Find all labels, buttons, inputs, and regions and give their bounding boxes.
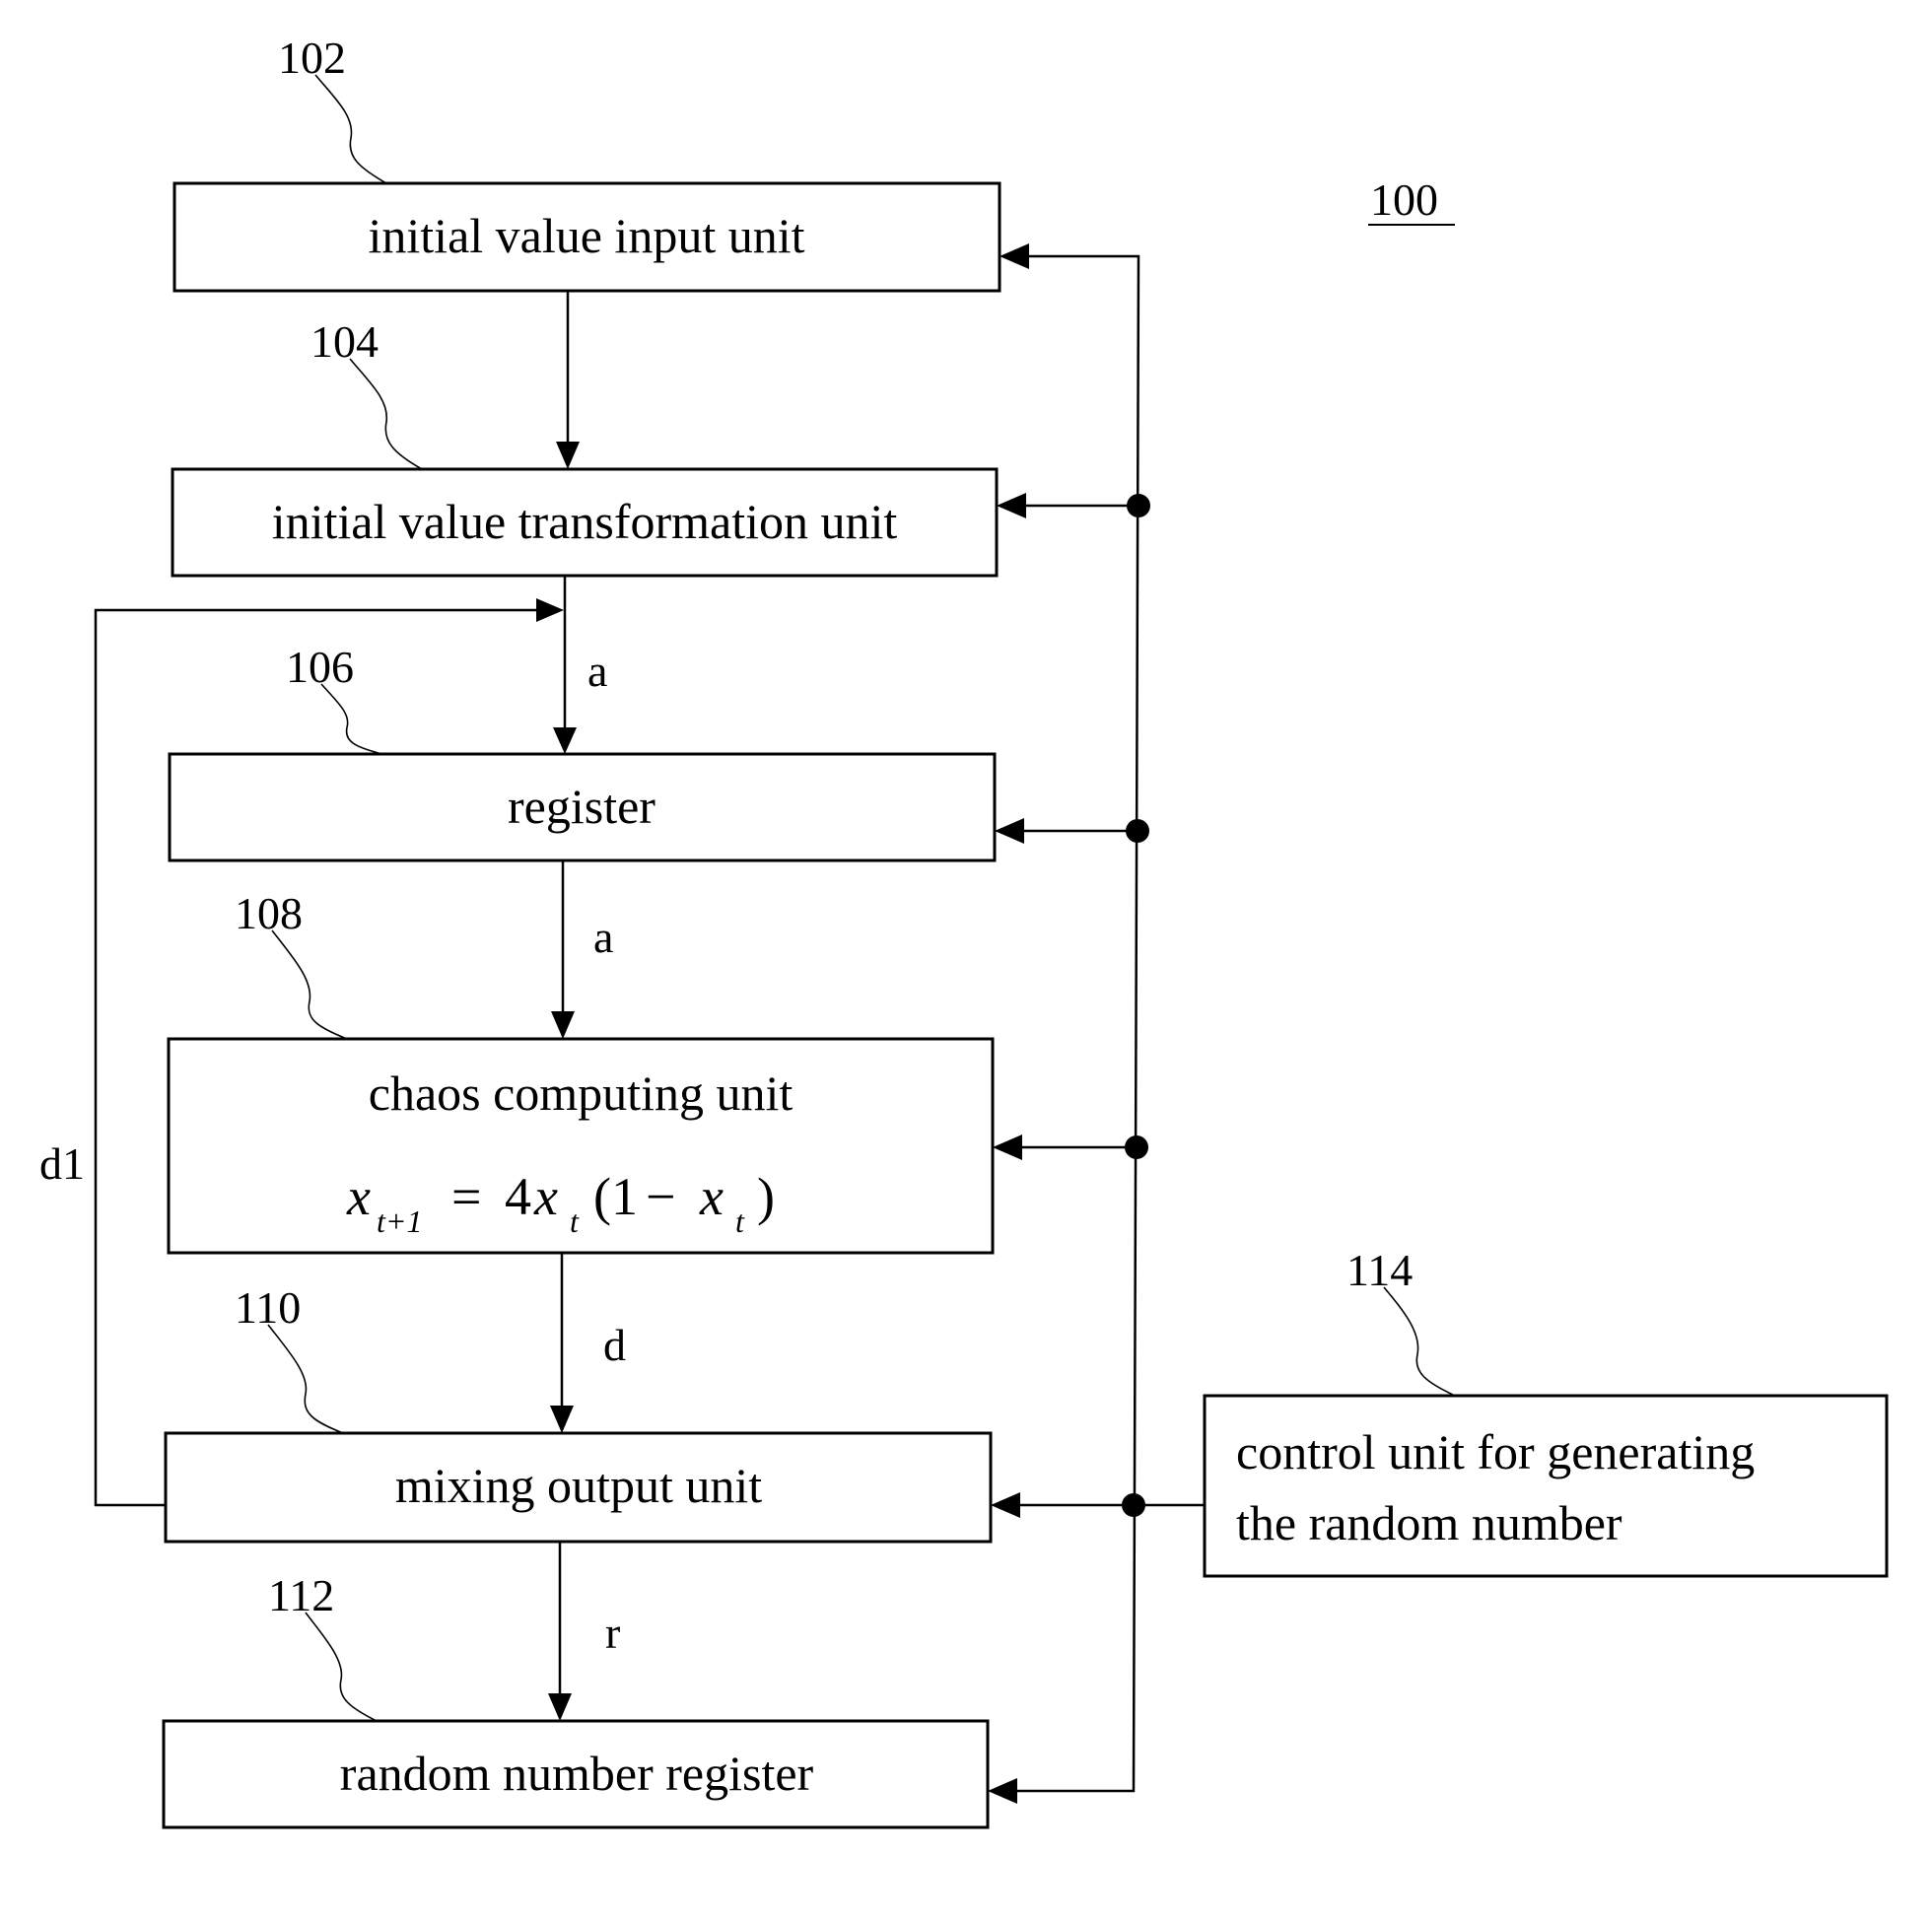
block-label: initial value input unit — [369, 208, 805, 263]
signal-label-d1: d1 — [39, 1138, 85, 1189]
formula-equals: = — [451, 1167, 481, 1226]
signal-label-a-1: a — [587, 646, 607, 696]
leader-line-114 — [1383, 1286, 1456, 1397]
arrowhead-down-icon — [548, 1693, 572, 1721]
signal-label-r: r — [605, 1608, 620, 1658]
formula-lhs-var: x — [346, 1167, 371, 1226]
block-label: mixing output unit — [395, 1458, 762, 1513]
leader-line-102 — [314, 74, 387, 184]
block-label-line1: control unit for generating — [1236, 1424, 1755, 1479]
block-random-number-register: random number register — [162, 1719, 990, 1829]
formula-minus: − — [646, 1167, 675, 1226]
formula-var2: x — [699, 1167, 724, 1226]
junction-dot-icon — [1126, 819, 1149, 843]
arrowhead-down-icon — [556, 442, 580, 469]
arrowhead-left-icon — [993, 1134, 1022, 1160]
arrowhead-right-icon — [536, 598, 564, 622]
arrowhead-down-icon — [550, 1406, 574, 1433]
block-initial-value-transformation-unit: initial value transformation unit — [171, 467, 999, 578]
block-chaos-computing-unit: chaos computing unit x t+1 = 4 x t (1 − … — [167, 1037, 995, 1255]
leader-line-104 — [349, 358, 423, 470]
ref-number-114: 114 — [1346, 1245, 1413, 1295]
junction-dot-icon — [1127, 494, 1150, 517]
arrowhead-left-icon — [1000, 243, 1029, 269]
block-control-unit: control unit for generating the random n… — [1203, 1394, 1889, 1578]
arrowhead-left-icon — [988, 1778, 1017, 1804]
ref-number-104: 104 — [310, 316, 379, 367]
block-label: chaos computing unit — [369, 1065, 794, 1121]
formula-var1: x — [533, 1167, 558, 1226]
block-label: register — [508, 779, 656, 834]
ref-number-102: 102 — [278, 33, 346, 83]
formula-paren-close: ) — [757, 1167, 775, 1226]
control-bus — [1017, 254, 1140, 1793]
formula-paren-open: (1 — [593, 1167, 638, 1226]
leader-line-112 — [305, 1612, 378, 1722]
block-label: random number register — [340, 1746, 814, 1801]
ref-number-108: 108 — [235, 888, 303, 938]
leader-line-106 — [320, 683, 383, 755]
block-register: register — [168, 752, 997, 862]
junction-dot-icon — [1122, 1493, 1145, 1517]
figure-reference-number: 100 — [1370, 174, 1438, 225]
block-initial-value-input-unit: initial value input unit — [172, 181, 1001, 293]
formula-coef: 4 — [505, 1167, 531, 1226]
signal-label-a-2: a — [593, 912, 613, 962]
formula-sub2: t — [735, 1203, 745, 1239]
arrowhead-left-icon — [991, 1492, 1020, 1518]
arrowhead-down-icon — [551, 1011, 575, 1039]
arrowhead-left-icon — [995, 818, 1024, 844]
random-number-generator-diagram: 100 initial value input unit 102 initial… — [39, 33, 1889, 1829]
block-label: initial value transformation unit — [272, 494, 898, 549]
arrowhead-left-icon — [997, 493, 1026, 518]
arrowhead-down-icon — [553, 727, 577, 754]
signal-label-d: d — [603, 1320, 626, 1370]
block-label-line2: the random number — [1236, 1495, 1622, 1550]
junction-dot-icon — [1125, 1135, 1148, 1159]
block-mixing-output-unit: mixing output unit — [164, 1431, 993, 1544]
formula-sub1: t — [570, 1203, 580, 1239]
formula-lhs-sub: t+1 — [377, 1203, 422, 1239]
leader-line-110 — [267, 1324, 344, 1434]
leader-line-108 — [271, 929, 348, 1040]
ref-number-112: 112 — [268, 1570, 334, 1620]
ref-number-106: 106 — [286, 642, 354, 692]
